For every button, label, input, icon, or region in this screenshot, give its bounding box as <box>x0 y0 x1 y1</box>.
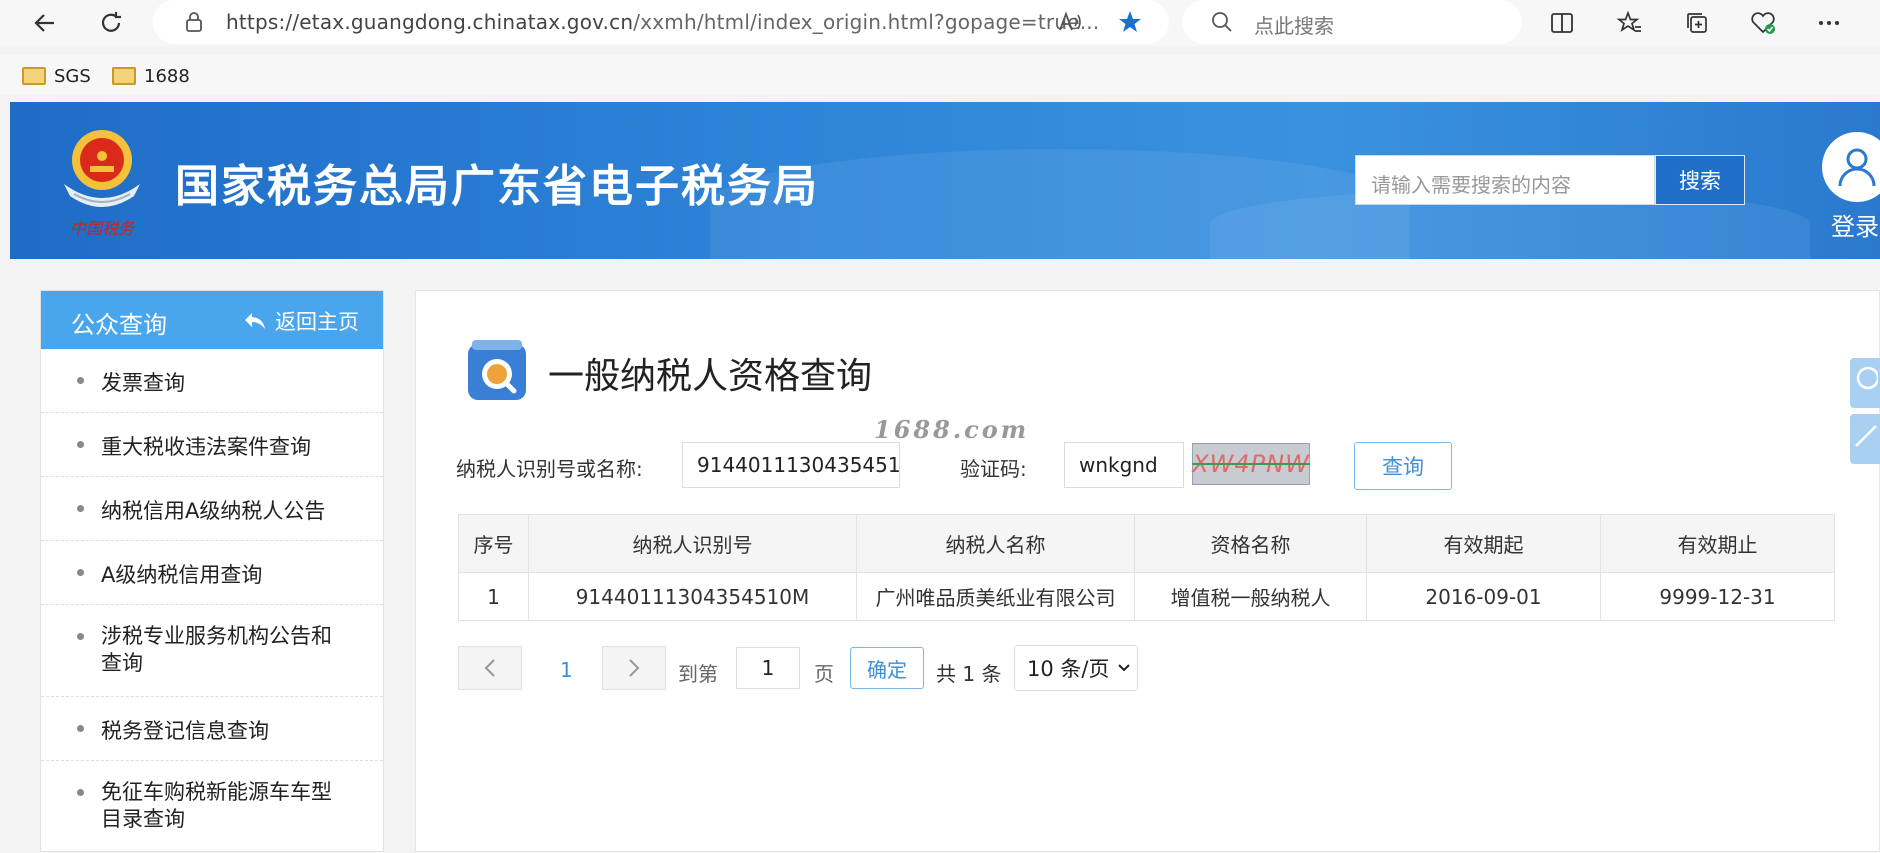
sidebar-item-new-energy-vehicles[interactable]: 免征车购税新能源车车型 目录查询 <box>41 761 383 853</box>
bullet-icon <box>77 725 84 732</box>
site-search-input[interactable]: 请输入需要搜索的内容 <box>1355 155 1655 205</box>
sidebar-item-service-agencies[interactable]: 涉税专业服务机构公告和 查询 <box>41 605 383 697</box>
sidebar: 公众查询 返回主页 发票查询 重大税收违法案件查询 纳税信用A级纳税人公告 A级… <box>40 290 384 852</box>
results-table: 序号 纳税人识别号 纳税人名称 资格名称 有效期起 有效期止 1 9144011… <box>458 514 1835 621</box>
col-header-taxpayer-name: 纳税人名称 <box>856 514 1135 573</box>
pencil-icon <box>1855 425 1877 447</box>
read-aloud-icon[interactable] <box>1053 5 1087 39</box>
col-header-qualification: 资格名称 <box>1134 514 1367 573</box>
favorite-star-icon[interactable] <box>1113 5 1147 39</box>
page-size-select[interactable]: 10 条/页 <box>1014 645 1138 691</box>
chevron-left-icon <box>484 659 495 677</box>
browser-search[interactable]: 点此搜索 <box>1182 0 1522 44</box>
cell-taxpayer-id: 91440111304354510M <box>528 572 857 621</box>
col-header-index: 序号 <box>458 514 529 573</box>
lock-icon[interactable] <box>177 5 211 39</box>
browser-toolbar: https://etax.guangdong.chinatax.gov.cn/x… <box>0 0 1880 46</box>
table-row: 1 91440111304354510M 广州唯品质美纸业有限公司 增值税一般纳… <box>458 572 1835 621</box>
captcha-image[interactable]: XW4PNW <box>1192 443 1310 485</box>
collections-icon[interactable] <box>1680 6 1714 40</box>
feedback-float-button[interactable] <box>1850 414 1880 464</box>
query-magnifier-icon <box>468 340 526 400</box>
national-emblem-logo: 中国税务 <box>64 130 140 238</box>
sidebar-item-violation-cases[interactable]: 重大税收违法案件查询 <box>41 413 383 477</box>
site-title: 国家税务总局广东省电子税务局 <box>175 161 819 212</box>
chevron-right-icon <box>629 659 640 677</box>
page-number-current[interactable]: 1 <box>560 658 573 682</box>
confirm-page-button[interactable]: 确定 <box>850 647 924 689</box>
cell-valid-to: 9999-12-31 <box>1600 572 1835 621</box>
site-search-button[interactable]: 搜索 <box>1655 155 1745 205</box>
bookmark-folder-1688[interactable]: 1688 <box>112 61 190 91</box>
bookmarks-bar: SGS 1688 <box>0 55 1880 95</box>
captcha-label: 验证码: <box>960 457 1027 481</box>
page-title: 一般纳税人资格查询 <box>548 356 873 397</box>
user-icon <box>1838 148 1876 187</box>
sidebar-item-registration-info[interactable]: 税务登记信息查询 <box>41 697 383 761</box>
url-text: https://etax.guangdong.chinatax.gov.cn/x… <box>226 10 1100 34</box>
site-banner: 中国税务 国家税务总局广东省电子税务局 请输入需要搜索的内容 搜索 登录 <box>10 102 1880 259</box>
bullet-icon <box>77 505 84 512</box>
bullet-icon <box>77 377 84 384</box>
folder-icon <box>112 67 136 85</box>
refresh-icon[interactable] <box>94 6 128 40</box>
login-avatar[interactable] <box>1822 132 1880 202</box>
sidebar-title: 公众查询 <box>71 311 167 339</box>
prev-page-button[interactable] <box>458 646 522 690</box>
favorites-icon[interactable] <box>1612 6 1646 40</box>
bookmark-folder-sgs[interactable]: SGS <box>22 61 91 91</box>
browser-search-placeholder: 点此搜索 <box>1254 14 1334 38</box>
bullet-icon <box>77 789 84 796</box>
sidebar-header: 公众查询 返回主页 <box>41 291 383 349</box>
chat-icon <box>1856 366 1880 390</box>
folder-icon <box>22 67 46 85</box>
page-unit-label: 页 <box>814 662 834 686</box>
next-page-button[interactable] <box>602 646 666 690</box>
more-menu-icon[interactable] <box>1812 6 1846 40</box>
back-home-link[interactable]: 返回主页 <box>243 306 359 336</box>
bullet-icon <box>77 569 84 576</box>
bullet-icon <box>77 633 84 640</box>
cell-qualification: 增值税一般纳税人 <box>1134 572 1367 621</box>
main-panel: 一般纳税人资格查询 1688.com 纳税人识别号或名称: 9144011130… <box>415 290 1880 852</box>
svg-text:中国税务: 中国税务 <box>70 219 136 238</box>
query-button[interactable]: 查询 <box>1354 442 1452 490</box>
address-bar[interactable]: https://etax.guangdong.chinatax.gov.cn/x… <box>153 0 1169 44</box>
login-link[interactable]: 登录 <box>1831 207 1879 242</box>
split-screen-icon[interactable] <box>1545 6 1579 40</box>
goto-page-input[interactable]: 1 <box>736 647 800 689</box>
bullet-icon <box>77 441 84 448</box>
search-icon <box>1205 5 1239 39</box>
taxpayer-label: 纳税人识别号或名称: <box>456 457 643 481</box>
sidebar-item-invoice-query[interactable]: 发票查询 <box>41 349 383 413</box>
table-header-row: 序号 纳税人识别号 纳税人名称 资格名称 有效期起 有效期止 <box>458 514 1835 573</box>
sidebar-item-a-level-announcement[interactable]: 纳税信用A级纳税人公告 <box>41 477 383 541</box>
chevron-down-icon <box>1118 664 1131 672</box>
goto-label: 到第 <box>678 662 718 686</box>
cell-index: 1 <box>458 572 529 621</box>
captcha-input[interactable]: wnkgnd <box>1064 442 1184 488</box>
site-search-placeholder: 请输入需要搜索的内容 <box>1371 173 1571 197</box>
col-header-valid-to: 有效期止 <box>1600 514 1835 573</box>
col-header-taxpayer-id: 纳税人识别号 <box>528 514 857 573</box>
online-service-float-button[interactable] <box>1850 358 1880 408</box>
reply-arrow-icon <box>245 313 265 329</box>
cell-taxpayer-name: 广州唯品质美纸业有限公司 <box>856 572 1135 621</box>
col-header-valid-from: 有效期起 <box>1366 514 1601 573</box>
back-icon[interactable] <box>28 6 62 40</box>
sidebar-item-a-level-query[interactable]: A级纳税信用查询 <box>41 541 383 605</box>
cell-valid-from: 2016-09-01 <box>1366 572 1601 621</box>
total-count: 共 1 条 <box>936 662 1002 686</box>
browser-essentials-icon[interactable] <box>1746 6 1780 40</box>
watermark-text: 1688.com <box>874 415 1030 444</box>
taxpayer-id-input[interactable]: 91440111304354510M <box>682 442 900 488</box>
